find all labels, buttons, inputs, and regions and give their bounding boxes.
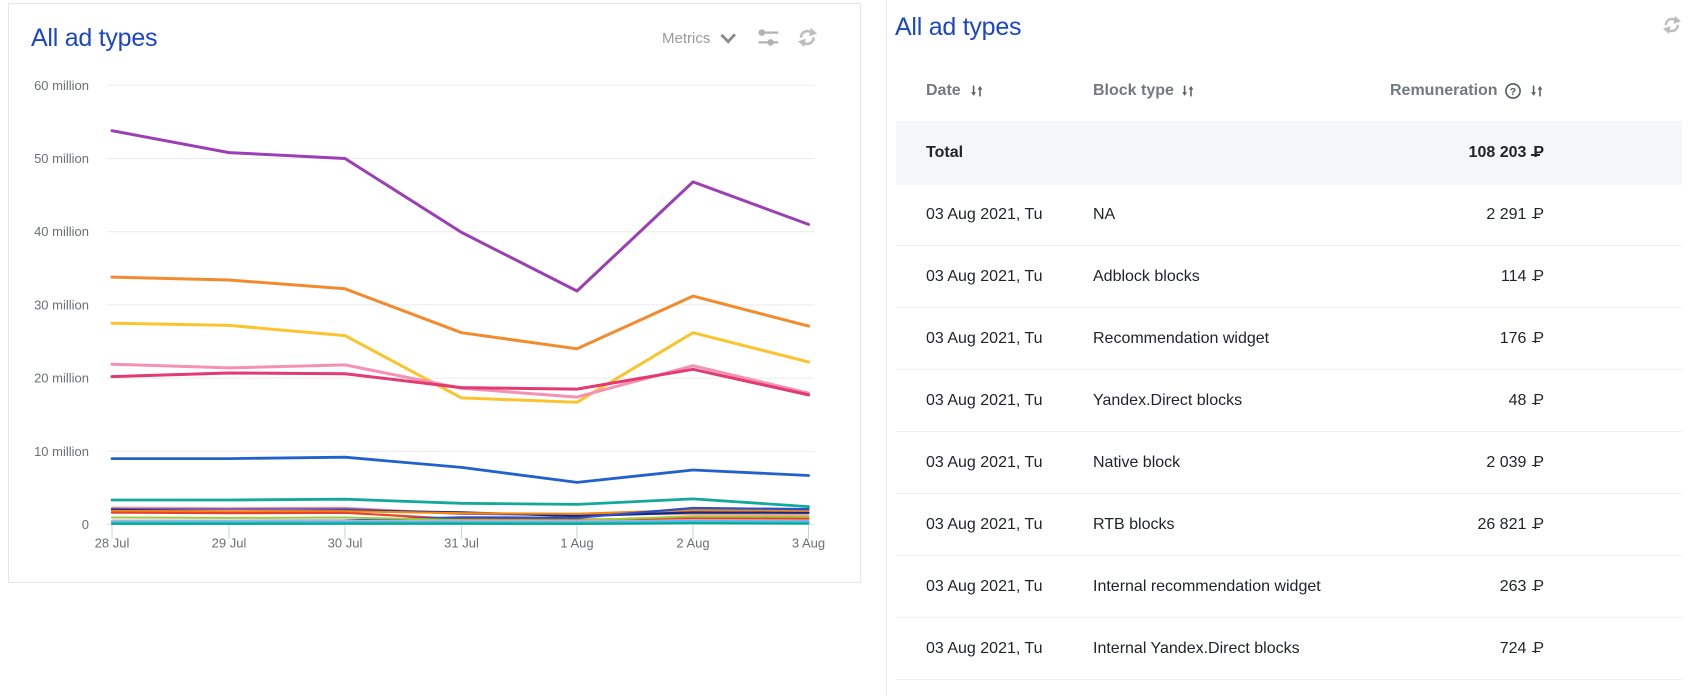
svg-text:10 million: 10 million (34, 444, 89, 459)
svg-text:20 million: 20 million (34, 371, 89, 386)
svg-text:0: 0 (82, 517, 89, 532)
svg-text:40 million: 40 million (34, 224, 89, 239)
svg-text:1 Aug: 1 Aug (560, 536, 593, 551)
svg-text:29 Jul: 29 Jul (212, 536, 247, 551)
svg-text:31 Jul: 31 Jul (444, 536, 479, 551)
svg-text:60 million: 60 million (34, 78, 89, 93)
svg-text:?: ? (1509, 86, 1515, 98)
svg-text:2 Aug: 2 Aug (676, 536, 709, 551)
svg-text:3 Aug: 3 Aug (792, 536, 825, 551)
svg-text:30 Jul: 30 Jul (328, 536, 363, 551)
svg-text:28 Jul: 28 Jul (95, 536, 130, 551)
svg-text:30 million: 30 million (34, 297, 89, 312)
svg-text:50 million: 50 million (34, 151, 89, 166)
